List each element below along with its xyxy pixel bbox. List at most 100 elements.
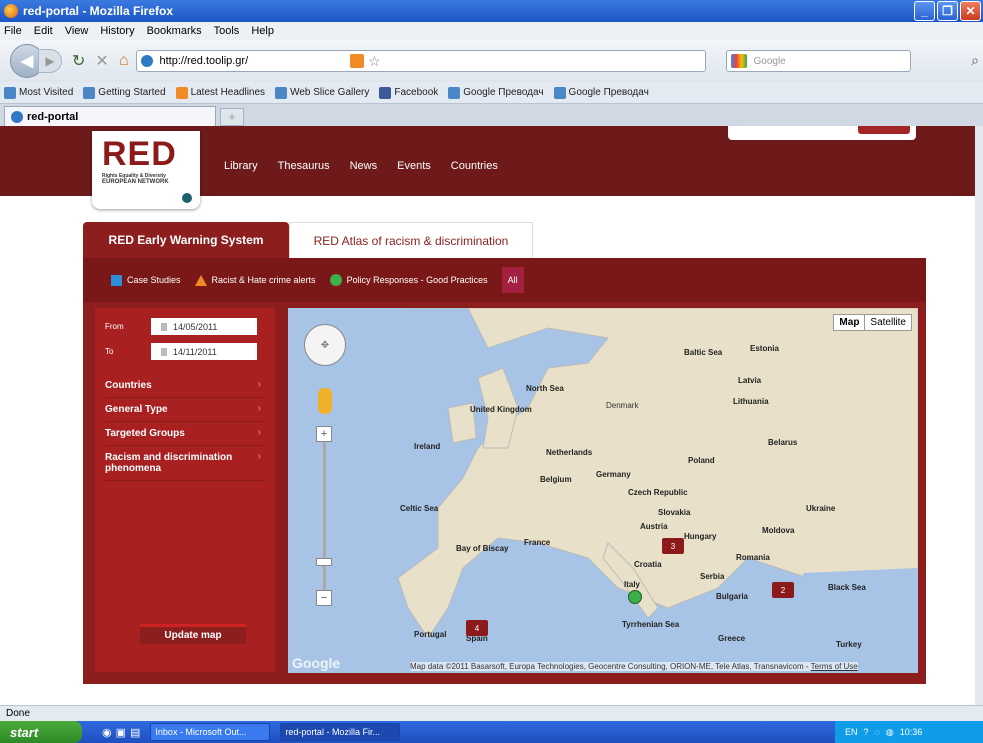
map-label: Netherlands <box>546 448 593 457</box>
taskbar-outlook[interactable]: Inbox - Microsoft Out... <box>150 723 271 741</box>
nav-library[interactable]: Library <box>224 160 258 172</box>
bookmarks-toolbar: Most Visited Getting Started Latest Head… <box>0 82 983 104</box>
reload-icon[interactable]: ↻ <box>72 51 85 71</box>
legend-hate-alerts[interactable]: Racist & Hate crime alerts <box>194 274 316 286</box>
bookmark-facebook[interactable]: Facebook <box>379 86 438 99</box>
menu-help[interactable]: Help <box>251 25 274 37</box>
taskbar-firefox[interactable]: red-portal - Mozilla Fir... <box>280 723 401 741</box>
cluster-marker[interactable]: 2 <box>772 582 794 598</box>
search-placeholder: Google <box>753 55 786 67</box>
bookmark-most-visited[interactable]: Most Visited <box>4 86 74 99</box>
satellite-view-button[interactable]: Satellite <box>865 315 911 330</box>
europe-map[interactable]: North Sea United Kingdom Ireland Denmark… <box>288 308 918 673</box>
to-date-row: To 14/11/2011 <box>105 343 265 360</box>
nav-thesaurus[interactable]: Thesaurus <box>278 160 330 172</box>
desktop-icon[interactable]: ▤ <box>130 726 140 739</box>
zoom-slider-handle[interactable] <box>316 558 332 566</box>
bookmark-label: Google Преводач <box>568 87 649 98</box>
site-search-button[interactable] <box>858 126 910 134</box>
search-input[interactable]: Google <box>726 50 912 72</box>
map-label: Black Sea <box>828 583 866 592</box>
maximize-button[interactable]: ❐ <box>937 1 958 21</box>
legend-policy[interactable]: Policy Responses - Good Practices <box>329 274 488 286</box>
logo-dot-icon <box>180 191 194 205</box>
tab-early-warning[interactable]: RED Early Warning System <box>83 222 289 258</box>
blue-square-icon <box>111 274 122 286</box>
minimize-button[interactable]: _ <box>914 1 935 21</box>
tray-network-icon[interactable]: ◌ <box>875 727 880 737</box>
start-button[interactable]: start <box>0 721 82 743</box>
legend-case-studies[interactable]: Case Studies <box>111 274 181 286</box>
menu-view[interactable]: View <box>65 25 89 37</box>
menu-bookmarks[interactable]: Bookmarks <box>147 25 202 37</box>
legend-all-button[interactable]: All <box>501 267 524 293</box>
site-search-box[interactable] <box>728 126 916 140</box>
tab-red-portal[interactable]: red-portal <box>4 106 216 126</box>
ie-icon[interactable]: ◉ <box>102 726 112 739</box>
new-tab-button[interactable]: + <box>220 108 244 126</box>
filter-general-type[interactable]: General Type › <box>105 398 265 422</box>
tab-strip: red-portal + <box>0 104 983 126</box>
cluster-marker[interactable]: 4 <box>466 620 488 636</box>
orange-triangle-icon <box>194 274 207 286</box>
green-circle-icon <box>329 274 342 286</box>
home-icon[interactable]: ⌂ <box>119 52 129 70</box>
map-label: Lithuania <box>733 397 769 406</box>
map-view-button[interactable]: Map <box>834 315 866 330</box>
map-label: Bulgaria <box>716 592 749 601</box>
legend-label: Case Studies <box>127 275 181 285</box>
bookmark-web-slice-gallery[interactable]: Web Slice Gallery <box>275 86 369 99</box>
tray-help-icon[interactable]: ? <box>864 727 869 737</box>
pan-control-icon[interactable]: ✥ <box>304 324 346 366</box>
bookmark-google-translate-1[interactable]: Google Преводач <box>448 86 544 99</box>
zoom-in-button[interactable]: + <box>316 426 332 442</box>
menu-file[interactable]: File <box>4 25 22 37</box>
terms-link[interactable]: Terms of Use <box>811 662 858 671</box>
search-magnify-icon[interactable]: ⌕ <box>971 52 979 69</box>
tab-atlas[interactable]: RED Atlas of racism & discrimination <box>289 222 533 258</box>
url-bar[interactable]: http://red.toolip.gr/ ☆ <box>136 50 707 72</box>
map-label: Portugal <box>414 630 447 639</box>
bookmark-getting-started[interactable]: Getting Started <box>83 86 166 99</box>
quick-launch: ◉ ▣ ▤ <box>102 726 140 739</box>
google-search-icon[interactable] <box>731 54 748 68</box>
nav-countries[interactable]: Countries <box>451 160 498 172</box>
from-date-input[interactable]: 14/05/2011 <box>151 318 257 335</box>
page-scrollbar[interactable] <box>975 126 983 705</box>
explorer-icon[interactable]: ▣ <box>116 726 126 739</box>
update-map-button[interactable]: Update map <box>140 624 246 644</box>
zoom-out-button[interactable]: − <box>316 590 332 606</box>
language-indicator[interactable]: EN <box>845 727 858 737</box>
forward-button[interactable]: ▶ <box>38 49 62 73</box>
window-titlebar: red-portal - Mozilla Firefox _ ❐ ✕ <box>0 0 983 22</box>
tray-volume-icon[interactable]: ◍ <box>886 727 894 738</box>
close-button[interactable]: ✕ <box>960 1 981 21</box>
filter-countries[interactable]: Countries › <box>105 374 265 398</box>
filter-label: Countries <box>105 380 152 391</box>
to-date-input[interactable]: 14/11/2011 <box>151 343 257 360</box>
menu-tools[interactable]: Tools <box>214 25 240 37</box>
calendar-icon <box>161 347 167 356</box>
stop-icon[interactable]: ✕ <box>95 51 108 71</box>
menu-edit[interactable]: Edit <box>34 25 53 37</box>
bookmark-latest-headlines[interactable]: Latest Headlines <box>175 86 265 99</box>
map-land-svg <box>397 308 918 648</box>
policy-marker-icon[interactable] <box>628 590 642 604</box>
cluster-marker[interactable]: 3 <box>662 538 684 554</box>
bookmark-star-icon[interactable]: ☆ <box>368 53 381 70</box>
status-text: Done <box>6 708 30 719</box>
nav-events[interactable]: Events <box>397 160 431 172</box>
bookmark-label: Most Visited <box>19 87 74 98</box>
zoom-slider-track[interactable] <box>323 426 326 596</box>
filter-targeted-groups[interactable]: Targeted Groups › <box>105 422 265 446</box>
street-view-pegman-icon[interactable] <box>318 388 332 414</box>
map-label: Czech Republic <box>628 488 688 497</box>
nav-news[interactable]: News <box>350 160 378 172</box>
bookmark-google-translate-2[interactable]: Google Преводач <box>553 86 649 99</box>
menu-history[interactable]: History <box>100 25 134 37</box>
filter-phenomena[interactable]: Racism and discrimination phenomena › <box>105 446 265 481</box>
window-title: red-portal - Mozilla Firefox <box>23 4 174 18</box>
rss-icon[interactable] <box>350 54 365 68</box>
map-label: Celtic Sea <box>400 504 439 513</box>
red-logo[interactable]: RED Rights Equality & Diversity EUROPEAN… <box>92 131 200 209</box>
